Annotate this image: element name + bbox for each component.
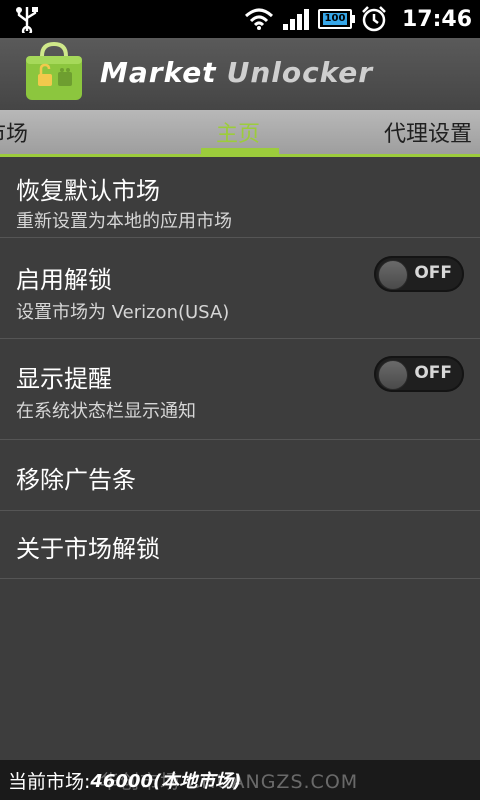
watermark: 华创市场 CHUANGZS.COM (100, 771, 359, 793)
item-subtitle: 设置市场为 Verizon(USA) (16, 302, 230, 323)
switch-knob (378, 360, 408, 390)
item-title: 启用解锁 (16, 266, 112, 294)
item-restore-default-market[interactable]: 恢复默认市场 重新设置为本地的应用市场 (0, 157, 480, 238)
app-title-unlocker: Unlocker (226, 56, 374, 89)
show-notification-switch[interactable]: OFF (374, 356, 464, 392)
switch-state: OFF (414, 363, 452, 383)
tab-proxy-settings[interactable]: 代理设置 (384, 116, 472, 148)
item-title: 移除广告条 (16, 466, 136, 494)
enable-unlock-switch[interactable]: OFF (374, 256, 464, 292)
item-subtitle: 在系统状态栏显示通知 (16, 401, 196, 422)
app-title: Market Unlocker (100, 56, 373, 89)
switch-knob (378, 260, 408, 290)
battery-icon: 100 (317, 9, 355, 29)
switch-state: OFF (414, 263, 452, 283)
status-bar: 100 17:46 (0, 0, 480, 38)
item-remove-ad-banner[interactable]: 移除广告条 (0, 440, 480, 511)
app-header: Market Unlocker (0, 38, 480, 110)
clock: 17:46 (401, 6, 472, 32)
alarm-icon (362, 6, 386, 32)
wifi-icon (244, 8, 273, 30)
item-title: 恢复默认市场 (16, 177, 160, 205)
battery-level: 100 (322, 13, 348, 25)
tab-active-indicator (201, 148, 279, 154)
market-bag-lock-icon (26, 42, 82, 100)
item-subtitle: 重新设置为本地的应用市场 (16, 211, 232, 232)
current-market-label: 当前市场: (8, 770, 91, 793)
item-about-market-unlock[interactable]: 关于市场解锁 (0, 511, 480, 579)
item-title: 显示提醒 (16, 365, 112, 393)
tab-home[interactable]: 主页 (216, 116, 260, 148)
usb-icon (16, 7, 38, 33)
app-title-market: Market (100, 56, 217, 89)
tab-market[interactable]: 市场 (0, 116, 28, 148)
tab-bar: 市场 主页 代理设置 (0, 110, 480, 157)
item-title: 关于市场解锁 (16, 535, 160, 563)
signal-icon (282, 9, 309, 30)
